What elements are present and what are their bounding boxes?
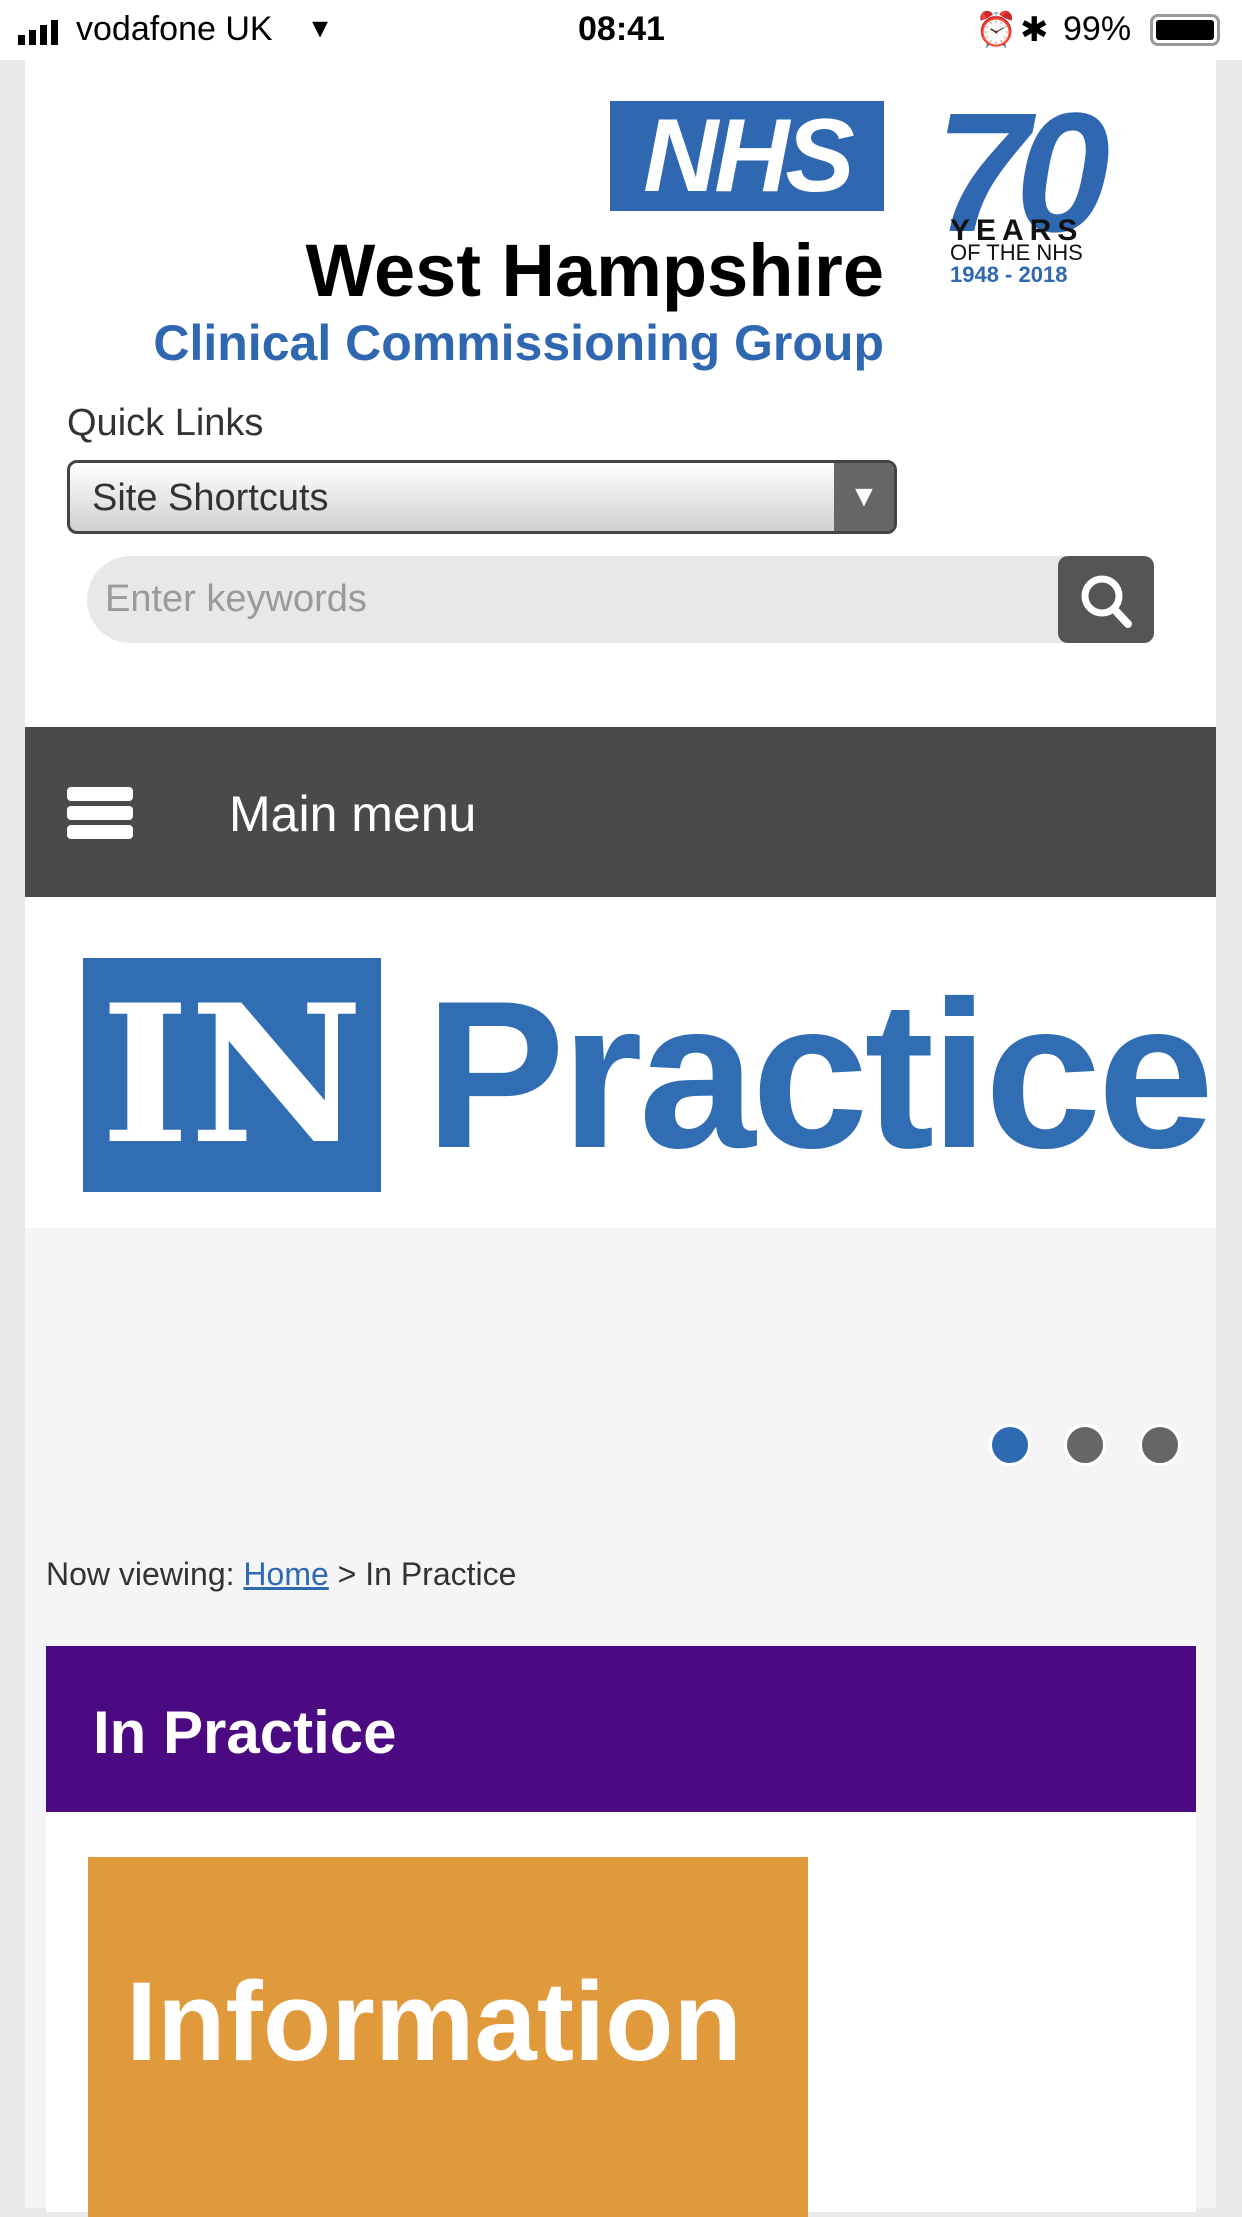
search-button[interactable]	[1058, 556, 1154, 643]
breadcrumb-prefix: Now viewing:	[46, 1556, 235, 1592]
information-image[interactable]: Information	[88, 1857, 808, 2217]
signal-icon	[18, 20, 58, 45]
carousel-dot-3[interactable]	[1139, 1424, 1181, 1466]
wifi-icon: ▾	[312, 9, 329, 45]
hamburger-icon	[67, 787, 133, 844]
search-bar	[87, 556, 1154, 643]
carrier: vodafone UK	[76, 10, 273, 48]
breadcrumb: Now viewing: Home > In Practice	[46, 1556, 516, 1593]
main-menu-label: Main menu	[229, 786, 477, 842]
carousel-dot-2[interactable]	[1064, 1424, 1106, 1466]
org-name: West Hampshire	[305, 229, 885, 312]
status-bar: vodafone UK ▾ 08:41 ⏰ ✱ 99%	[0, 0, 1242, 60]
org-subtitle: Clinical Commissioning Group	[153, 315, 884, 371]
nhs-logo[interactable]: NHS	[610, 101, 884, 211]
carousel-dot-1[interactable]	[989, 1424, 1031, 1466]
alarm-icon: ⏰	[975, 11, 1018, 49]
information-image-text: Information	[126, 1959, 742, 2084]
in-practice-logo-text: Practice	[425, 957, 1214, 1192]
search-icon	[1081, 575, 1132, 628]
select-value: Site Shortcuts	[92, 477, 329, 519]
time: 08:41	[578, 10, 665, 48]
bluetooth-icon: ✱	[1020, 11, 1049, 49]
battery-percent: 99%	[1063, 10, 1132, 48]
main-menu-bar[interactable]: Main menu	[25, 727, 1216, 897]
section-header: In Practice	[46, 1646, 1196, 1812]
breadcrumb-current: In Practice	[365, 1556, 517, 1592]
breadcrumb-home-link[interactable]: Home	[243, 1556, 328, 1592]
search-input[interactable]	[105, 556, 1035, 643]
chevron-down-icon: ▼	[834, 463, 894, 531]
battery-icon	[1150, 14, 1220, 46]
section-title: In Practice	[93, 1699, 397, 1766]
site-shortcuts-select[interactable]: Site Shortcuts ▼	[67, 460, 897, 534]
in-practice-logo-box: IN	[83, 958, 381, 1192]
quick-links-label: Quick Links	[67, 402, 264, 444]
year-range: 1948 - 2018	[950, 262, 1068, 287]
breadcrumb-separator: >	[337, 1556, 357, 1592]
